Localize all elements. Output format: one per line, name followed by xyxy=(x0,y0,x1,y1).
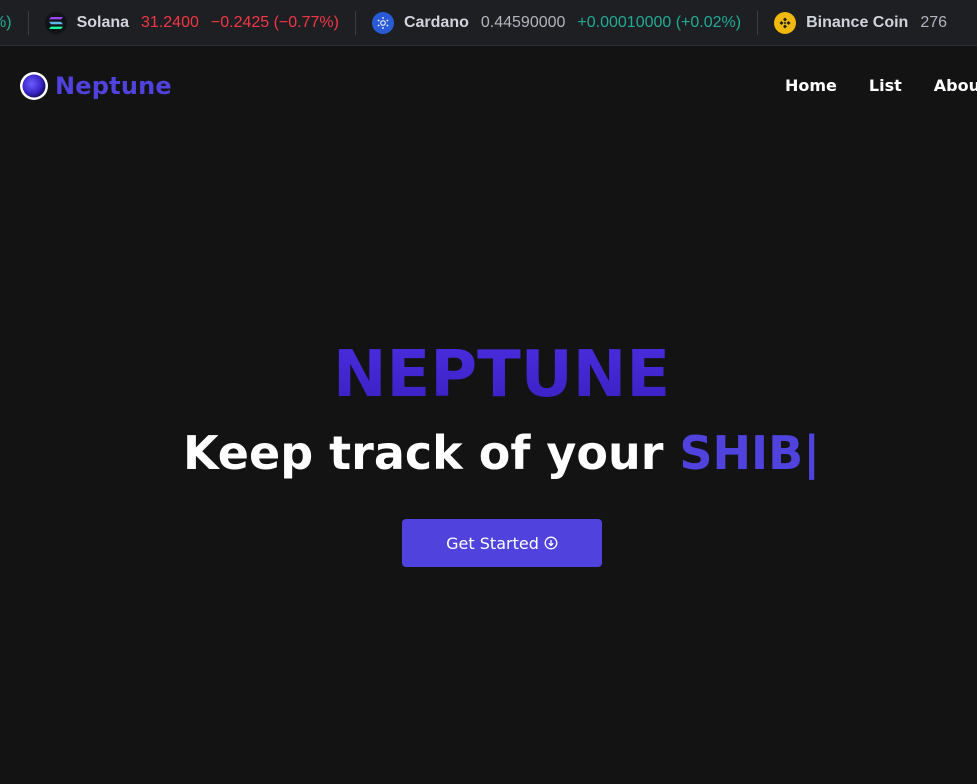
brand[interactable]: Neptune xyxy=(19,71,172,101)
ticker-separator xyxy=(27,11,29,35)
ticker-change: +0.00010000 (+0.02%) xyxy=(577,14,742,31)
brand-name: Neptune xyxy=(55,72,172,100)
solana-icon xyxy=(44,12,67,34)
ticker-price: 276 xyxy=(920,14,948,31)
nav-link-home[interactable]: Home xyxy=(785,76,837,95)
price-ticker[interactable]: %) Solana 31.2400 −0.2425 (−0.77%) xyxy=(0,0,977,46)
cardano-icon xyxy=(371,12,394,34)
hero-subtitle-prefix: Keep track of your xyxy=(182,426,664,480)
hero-typed-word: SHIB xyxy=(679,426,804,480)
ticker-price: 0.44590000 xyxy=(480,14,566,31)
ticker-change: −0.2425 (−0.77%) xyxy=(210,14,339,31)
get-started-button[interactable]: Get Started xyxy=(402,519,602,567)
ticker-name: Solana xyxy=(76,14,130,31)
ticker-lead-fragment: %) xyxy=(0,0,12,45)
binance-coin-icon xyxy=(774,12,797,34)
ticker-price: 31.2400 xyxy=(141,14,199,31)
ticker-item-binance-coin[interactable]: Binance Coin 276 xyxy=(774,0,959,45)
hero-subtitle: Keep track of your SHIB| xyxy=(0,426,977,480)
ticker-item-solana[interactable]: Solana 31.2400 −0.2425 (−0.77%) xyxy=(44,0,339,45)
typing-caret: | xyxy=(803,426,821,480)
navbar: Neptune Home List About xyxy=(0,46,977,126)
hero-title: NEPTUNE xyxy=(0,338,977,412)
ticker-separator xyxy=(354,11,356,35)
ticker-item-cardano[interactable]: Cardano 0.44590000 +0.00010000 (+0.02%) xyxy=(371,0,742,45)
ticker-name: Binance Coin xyxy=(806,14,909,31)
arrow-circle-down-icon xyxy=(544,536,558,550)
nav-links: Home List About xyxy=(785,76,977,95)
ticker-separator xyxy=(757,11,759,35)
nav-link-about[interactable]: About xyxy=(934,76,977,95)
ticker-lead-text: %) xyxy=(0,14,12,31)
nav-link-list[interactable]: List xyxy=(869,76,902,95)
ticker-track: %) Solana 31.2400 −0.2425 (−0.77%) xyxy=(0,0,959,45)
neptune-logo-icon xyxy=(20,72,48,100)
ticker-name: Cardano xyxy=(403,14,469,31)
get-started-label: Get Started xyxy=(446,533,539,553)
